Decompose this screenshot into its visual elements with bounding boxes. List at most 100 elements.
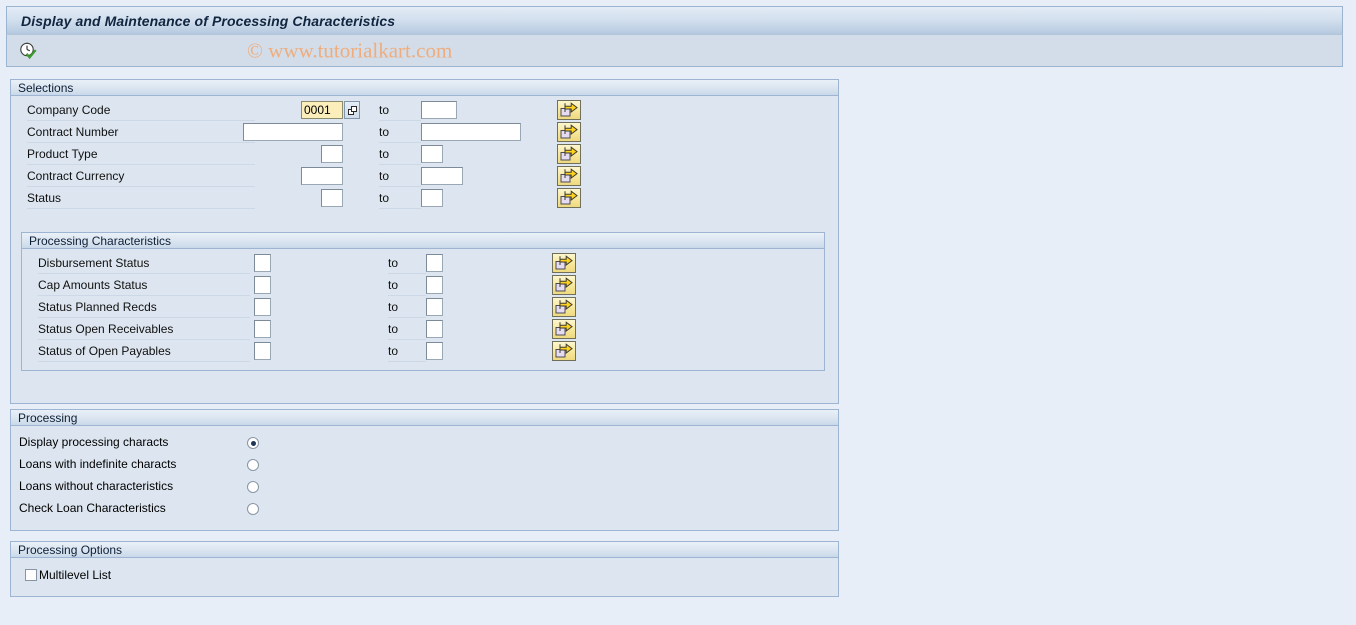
processing-option-radio[interactable] [247,437,259,449]
selection-from-field[interactable] [301,167,343,185]
processing-characteristic-from-field[interactable] [254,276,271,294]
processing-option-label: Check Loan Characteristics [19,501,166,515]
selection-row-label: Status [27,188,255,209]
multiple-selection-button[interactable] [552,275,576,295]
processing-characteristic-row: Cap Amounts Status to [22,275,824,297]
range-to-label: to [379,166,421,187]
multiple-selection-button[interactable] [557,166,581,186]
range-to-label: to [379,188,421,209]
range-to-label: to [388,341,426,362]
processing-option-row[interactable]: Loans with indefinite characts [11,454,838,476]
selection-row: Contract Number to [11,122,838,144]
processing-characteristic-to-field[interactable] [426,276,443,294]
processing-characteristics-header: Processing Characteristics [22,233,824,249]
multiple-selection-icon [560,146,578,161]
clock-check-icon [20,42,37,59]
processing-characteristic-label: Status of Open Payables [38,341,250,362]
multiple-selection-icon [555,277,573,292]
multiple-selection-icon [560,124,578,139]
multilevel-list-label: Multilevel List [39,568,112,582]
application-toolbar: © www.tutorialkart.com [6,34,1343,67]
processing-characteristic-row: Status Planned Recds to [22,297,824,319]
processing-option-row[interactable]: Check Loan Characteristics [11,498,838,520]
multiple-selection-icon [555,299,573,314]
selection-row-label: Product Type [27,144,255,165]
processing-option-label: Display processing characts [19,435,169,449]
selection-row-label: Contract Number [27,122,255,143]
range-to-label: to [388,319,426,340]
range-to-label: to [388,275,426,296]
processing-option-radio[interactable] [247,503,259,515]
processing-characteristic-row: Disbursement Status to [22,253,824,275]
processing-panel-header: Processing [11,410,838,426]
selection-row: Product Type to [11,144,838,166]
processing-option-label: Loans without characteristics [19,479,174,493]
processing-option-row[interactable]: Display processing characts [11,432,838,454]
multiple-selection-button[interactable] [552,253,576,273]
multiple-selection-button[interactable] [552,319,576,339]
selection-row: Contract Currency to [11,166,838,188]
window-title-bar: Display and Maintenance of Processing Ch… [6,6,1343,34]
selection-from-field[interactable] [301,101,343,119]
processing-option-radio[interactable] [247,481,259,493]
selection-to-field[interactable] [421,101,457,119]
page-title: Display and Maintenance of Processing Ch… [21,12,396,29]
selection-row: Status to [11,188,838,210]
selection-row-label: Company Code [27,100,255,121]
multiple-selection-button[interactable] [552,341,576,361]
multiple-selection-icon [560,168,578,183]
processing-characteristic-label: Disbursement Status [38,253,250,274]
selections-panel-header: Selections [11,80,838,96]
processing-panel: Processing Display processing characts Lo… [10,409,839,531]
range-to-label: to [379,144,421,165]
processing-characteristic-to-field[interactable] [426,254,443,272]
processing-option-label: Loans with indefinite characts [19,457,177,471]
multilevel-list-checkbox[interactable] [25,569,37,581]
processing-options-panel-header: Processing Options [11,542,838,558]
processing-characteristic-to-field[interactable] [426,298,443,316]
range-to-label: to [379,100,421,121]
processing-characteristic-row: Status of Open Payables to [22,341,824,363]
multiple-selection-button[interactable] [557,188,581,208]
selection-to-field[interactable] [421,145,443,163]
processing-characteristic-label: Status Planned Recds [38,297,250,318]
selection-row: Company Code to [11,100,838,122]
multiple-selection-icon [555,343,573,358]
selection-to-field[interactable] [421,167,463,185]
processing-option-row[interactable]: Loans without characteristics [11,476,838,498]
processing-characteristic-to-field[interactable] [426,320,443,338]
selection-row-label: Contract Currency [27,166,255,187]
multiple-selection-icon [560,190,578,205]
multiple-selection-button[interactable] [557,122,581,142]
range-to-label: to [388,253,426,274]
multiple-selection-icon [555,255,573,270]
processing-characteristic-from-field[interactable] [254,254,271,272]
processing-option-radio[interactable] [247,459,259,471]
range-to-label: to [379,122,421,143]
multiple-selection-button[interactable] [557,144,581,164]
processing-characteristic-label: Cap Amounts Status [38,275,250,296]
processing-characteristic-from-field[interactable] [254,342,271,360]
sap-application-window: Display and Maintenance of Processing Ch… [0,0,1356,625]
multiple-selection-button[interactable] [557,100,581,120]
processing-characteristics-panel: Processing Characteristics Disbursement … [21,232,825,371]
multiple-selection-button[interactable] [552,297,576,317]
range-to-label: to [388,297,426,318]
processing-characteristic-to-field[interactable] [426,342,443,360]
processing-characteristic-from-field[interactable] [254,320,271,338]
selection-to-field[interactable] [421,123,521,141]
processing-characteristic-label: Status Open Receivables [38,319,250,340]
value-help-icon [347,105,357,115]
execute-button[interactable] [15,38,41,63]
processing-characteristic-from-field[interactable] [254,298,271,316]
multiple-selection-icon [560,102,578,117]
selection-from-field[interactable] [321,189,343,207]
selection-from-field[interactable] [321,145,343,163]
selection-from-field[interactable] [243,123,343,141]
selections-panel: Selections Company CodetoContract Number… [10,79,839,404]
multiple-selection-icon [555,321,573,336]
value-help-button[interactable] [344,101,360,119]
processing-characteristic-row: Status Open Receivables to [22,319,824,341]
watermark-text: © www.tutorialkart.com [247,38,453,62]
selection-to-field[interactable] [421,189,443,207]
